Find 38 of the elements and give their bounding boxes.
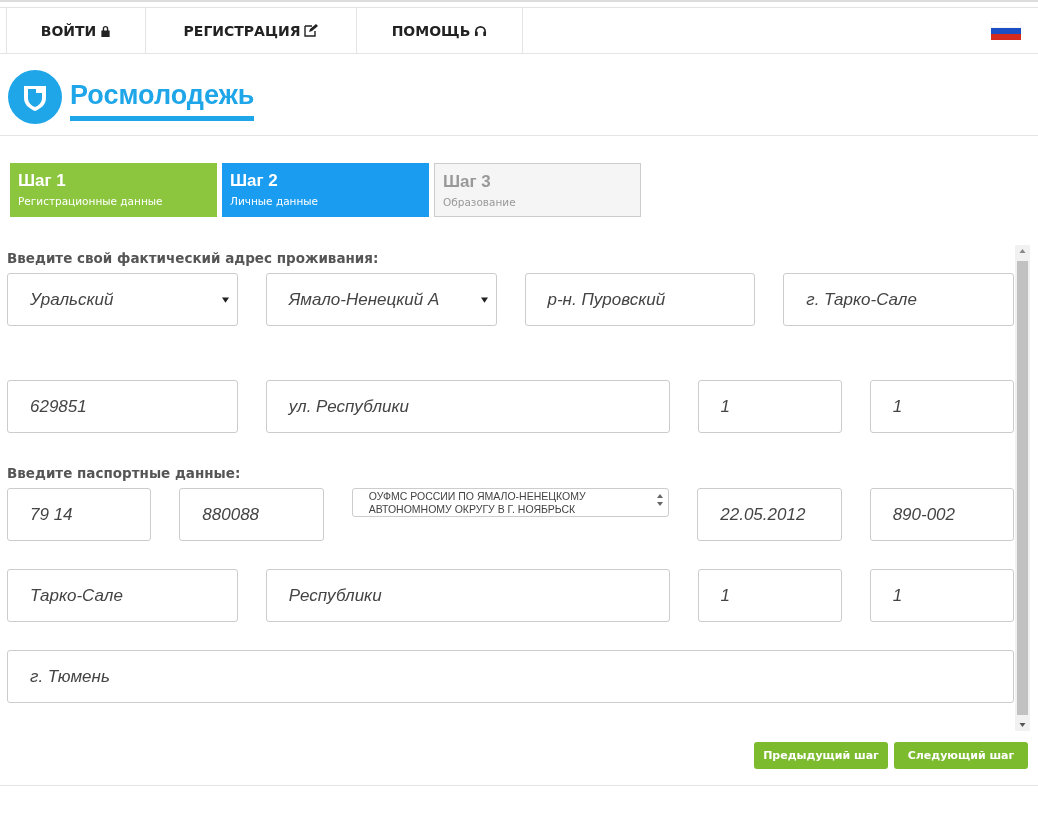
input-field[interactable]: г. Тюмень [7, 650, 1014, 703]
input-field[interactable]: 880088 [179, 488, 324, 541]
input-field[interactable]: Тарко-Сале [7, 569, 238, 622]
text-area[interactable]: ОУФМС РОССИИ ПО ЯМАЛО-НЕНЕЦКОМУ АВТОНОМНОМУ ОКРУГУ В Г. НОЯБРЬСК [351, 488, 670, 517]
scroll-arrows-icon [656, 493, 665, 507]
input-field[interactable]: 1 [869, 380, 1014, 433]
input-field[interactable]: ул. Республики [265, 380, 670, 433]
nav-link[interactable]: ПОМОЩЬ [356, 8, 523, 53]
headphones-icon [474, 24, 488, 37]
caret-icon [221, 296, 229, 303]
nav-link[interactable]: РЕГИСТРАЦИЯ [145, 8, 356, 53]
input-field[interactable]: 79 14 [7, 488, 152, 541]
step-title: Шаг 2 [230, 171, 279, 191]
input-field[interactable]: 1 [869, 569, 1014, 622]
input-field[interactable]: г. Тарко-Сале [783, 273, 1014, 326]
step-title: Шаг 3 [443, 172, 492, 192]
nav-link[interactable]: ВОЙТИ [6, 8, 145, 53]
shield-logo-icon [8, 70, 62, 124]
input-field[interactable]: 629851 [7, 380, 238, 433]
dropdown-field[interactable]: Ямало-Ненецкий А [265, 273, 497, 326]
dropdown-field[interactable]: Уральский [7, 273, 238, 326]
step-subtitle: Регистрационные данные [18, 195, 164, 207]
input-field[interactable]: 1 [697, 569, 842, 622]
step-subtitle: Образование [443, 196, 517, 208]
input-field[interactable]: 22.05.2012 [697, 488, 842, 541]
step-subtitle: Личные данные [230, 195, 320, 207]
russia-flag-icon[interactable] [991, 21, 1021, 40]
edit-icon [304, 24, 319, 37]
input-field[interactable]: р-н. Пуровский [524, 273, 756, 326]
input-field[interactable]: 1 [697, 380, 842, 433]
caret-icon [480, 296, 488, 303]
input-field[interactable]: 890-002 [869, 488, 1014, 541]
step-title: Шаг 1 [18, 171, 67, 191]
scrollbar[interactable] [1015, 245, 1030, 731]
input-field[interactable]: Республики [265, 569, 670, 622]
section-label: Введите свой фактический адрес проживания: [7, 250, 380, 266]
lock-icon [100, 24, 112, 37]
section-label: Введите паспортные данные: [7, 465, 242, 481]
